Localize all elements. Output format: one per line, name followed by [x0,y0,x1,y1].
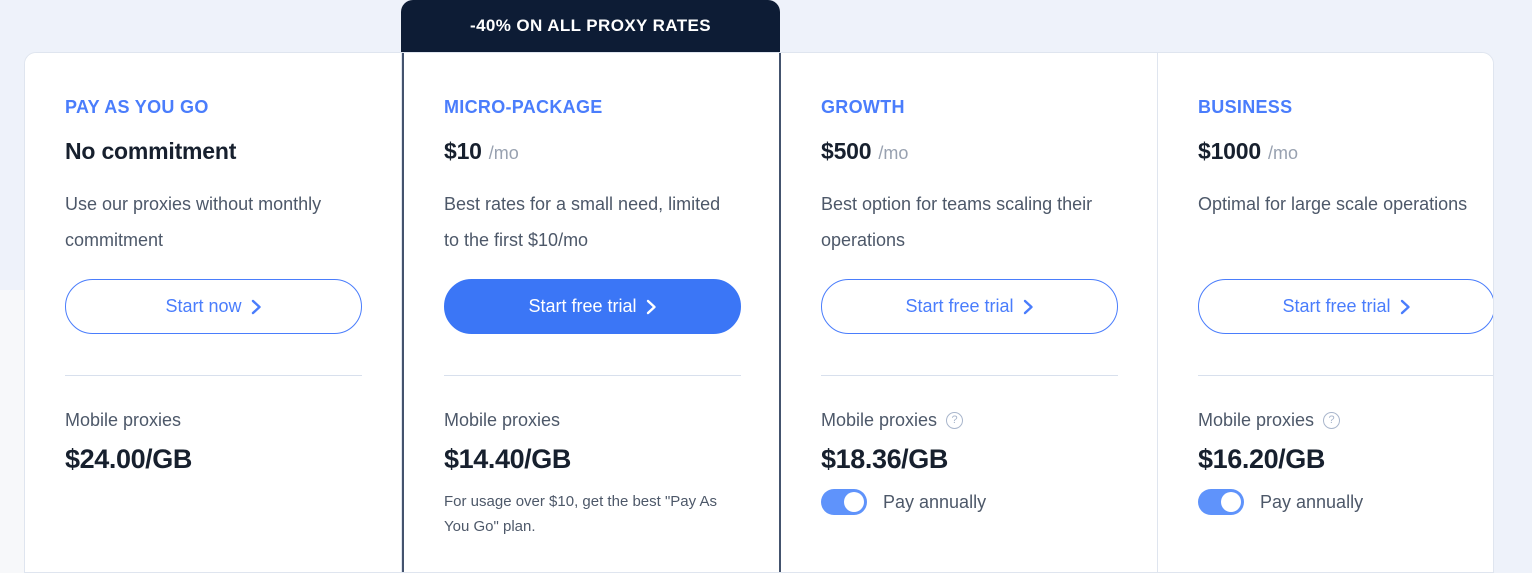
plan-name: GROWTH [821,97,905,117]
plan-description: Use our proxies without monthly commitme… [65,194,322,250]
feature-label: Mobile proxies [65,409,182,430]
chevron-right-icon [646,299,657,315]
plan-name: BUSINESS [1198,97,1293,117]
plan-card: PAY AS YOU GO No commitment Use our proxie… [25,53,402,572]
plan-price-row: No commitment [65,138,361,165]
plan-price-row: $10/mo [444,138,739,165]
plan-cta-label: Start free trial [1282,296,1391,316]
toggle-knob [1221,492,1241,512]
feature-label: Mobile proxies [821,409,938,430]
plan-cta-label: Start free trial [528,296,637,316]
plan-price-row: $500/mo [821,138,1117,165]
feature-label: Mobile proxies [444,409,561,430]
feature-label-row: Mobile proxies [65,409,361,431]
plan-price: No commitment [65,138,237,164]
plan-description: Best option for teams scaling their oper… [821,194,1093,250]
toggle-knob [844,492,864,512]
feature-rate: $18.36/GB [821,444,948,474]
feature-label-row: Mobile proxies [444,409,739,431]
feature-note: For usage over $10, get the best "Pay As… [444,493,717,535]
pay-annually-label: Pay annually [1260,491,1364,512]
card-divider [65,375,362,376]
plan-price-period: /mo [878,143,909,163]
chevron-right-icon [1400,299,1411,315]
pay-annually-label: Pay annually [883,491,987,512]
plan-name: MICRO-PACKAGE [444,97,603,117]
plan-card: MICRO-PACKAGE $10/mo Best rates for a smal… [402,53,781,572]
feature-rate: $16.20/GB [1198,444,1325,474]
plan-description: Optimal for large scale operations [1198,194,1468,214]
chevron-right-icon [251,299,262,315]
feature-rate: $14.40/GB [444,444,571,474]
pricing-table: -40% ON ALL PROXY RATES PAY AS YOU GO No … [0,0,1532,573]
plan-price-row: $1000/mo [1198,138,1493,165]
card-divider [444,375,741,376]
promo-badge: -40% ON ALL PROXY RATES [401,0,780,52]
help-icon[interactable]: ? [946,411,964,429]
plan-cta-button[interactable]: Start free trial [821,279,1118,334]
plan-price: $500 [821,138,872,164]
plan-cta-button[interactable]: Start free trial [1198,279,1493,334]
annual-billing-row: Pay annually [1198,489,1493,515]
plan-price: $10 [444,138,482,164]
plan-description: Best rates for a small need, limited to … [444,194,721,250]
plan-name: PAY AS YOU GO [65,97,209,117]
annual-billing-row: Pay annually [821,489,1117,515]
promo-badge-label: -40% ON ALL PROXY RATES [470,16,711,35]
pay-annually-toggle[interactable] [821,489,867,515]
plan-cta-label: Start free trial [905,296,1014,316]
plan-price-period: /mo [488,143,519,163]
plan-cta-label: Start now [165,296,242,316]
chevron-right-icon [1023,299,1034,315]
pay-annually-toggle[interactable] [1198,489,1244,515]
feature-rate: $24.00/GB [65,444,192,474]
card-divider [1198,375,1493,376]
help-icon[interactable]: ? [1323,411,1341,429]
feature-label-row: Mobile proxies? [1198,409,1493,431]
plan-cta-button[interactable]: Start now [65,279,362,334]
plan-price-period: /mo [1267,143,1298,163]
plan-card: GROWTH $500/mo Best option for teams scali… [781,53,1158,572]
plan-price: $1000 [1198,138,1261,164]
plan-cta-button[interactable]: Start free trial [444,279,741,334]
feature-label: Mobile proxies [1198,409,1315,430]
feature-label-row: Mobile proxies? [821,409,1117,431]
card-divider [821,375,1118,376]
plan-card: BUSINESS $1000/mo Optimal for large scale … [1158,53,1493,572]
plan-cards-container: PAY AS YOU GO No commitment Use our proxie… [24,52,1494,573]
